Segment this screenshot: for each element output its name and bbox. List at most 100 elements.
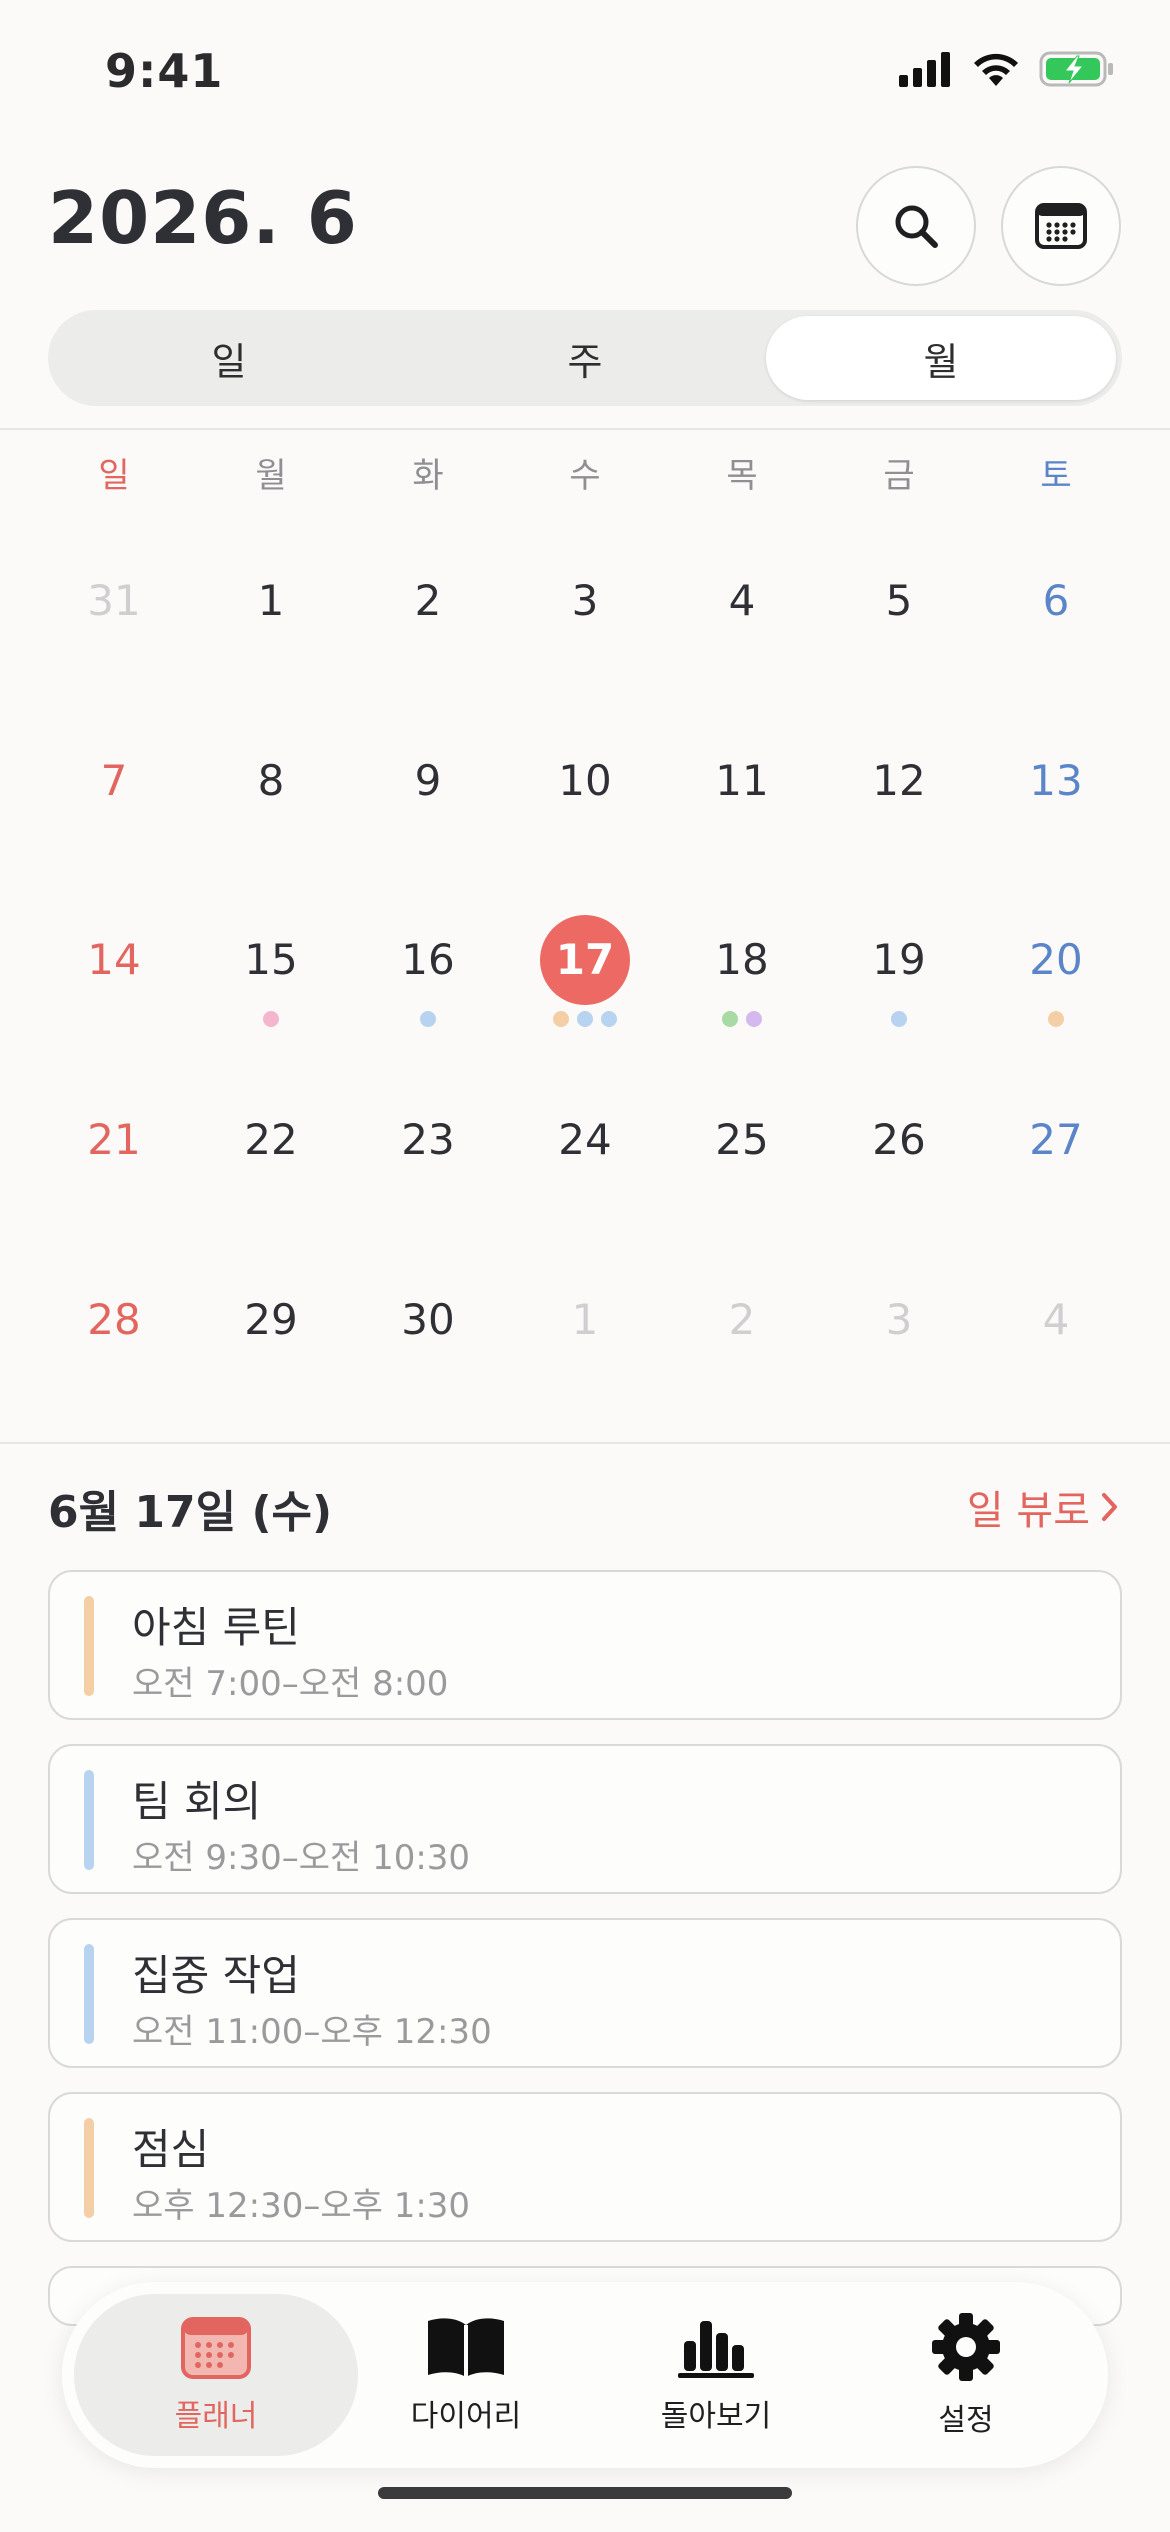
calendar-icon [1035, 203, 1087, 249]
calendar-day[interactable]: 27 [978, 1095, 1134, 1245]
calendar-day[interactable]: 24 [507, 1095, 663, 1245]
calendar-day[interactable]: 8 [193, 736, 349, 886]
calendar-day[interactable]: 25 [664, 1095, 820, 1245]
event-dot [1048, 1011, 1064, 1027]
day-number: 3 [571, 576, 599, 625]
calendar-day[interactable]: 11 [664, 736, 820, 886]
event-card[interactable]: 점심 오후 12:30–오후 1:30 [48, 2092, 1122, 2242]
calendar-day[interactable]: 1 [507, 1275, 663, 1425]
day-number: 15 [244, 935, 298, 984]
calendar-day[interactable]: 19 [821, 915, 977, 1065]
calendar-day[interactable]: 7 [36, 736, 192, 886]
day-number: 1 [571, 1295, 599, 1344]
battery-charging-icon [1039, 51, 1113, 87]
wifi-icon [974, 53, 1018, 86]
event-dot [553, 1011, 569, 1027]
day-number: 1 [257, 576, 285, 625]
day-number: 17 [555, 935, 615, 984]
day-number: 16 [401, 935, 455, 984]
weekday-label: 월 [255, 456, 287, 496]
weekday-label: 목 [726, 456, 758, 496]
day-number: 29 [244, 1295, 298, 1344]
day-number: 11 [715, 756, 769, 805]
event-color-bar [84, 1944, 94, 2044]
event-title: 점심 [132, 2125, 210, 2174]
calendar-day[interactable]: 22 [193, 1095, 349, 1245]
calendar-day[interactable]: 3 [507, 556, 663, 706]
calendar-day[interactable]: 9 [350, 736, 506, 886]
gear-icon [932, 2313, 1000, 2381]
day-number: 12 [872, 756, 926, 805]
view-option-week[interactable]: 주 [410, 316, 760, 400]
calendar-day[interactable]: 10 [507, 736, 663, 886]
calendar-day[interactable]: 23 [350, 1095, 506, 1245]
event-dot [601, 1011, 617, 1027]
day-number: 10 [558, 756, 612, 805]
day-number: 14 [87, 935, 141, 984]
weekday-header: 일 월 화 수 목 금 토 [0, 448, 1170, 498]
event-time: 오후 12:30–오후 1:30 [132, 2186, 471, 2226]
day-number: 9 [414, 756, 442, 805]
event-dots [193, 1011, 349, 1027]
calendar-day[interactable]: 20 [978, 915, 1134, 1065]
day-number: 27 [1029, 1115, 1083, 1164]
book-icon [428, 2318, 504, 2377]
view-option-day[interactable]: 일 [54, 316, 404, 400]
calendar-day[interactable]: 3 [821, 1275, 977, 1425]
tab-label: 다이어리 [410, 2399, 522, 2434]
calendar-day[interactable]: 18 [664, 915, 820, 1065]
weekday-label: 수 [569, 456, 601, 496]
event-dots [350, 1011, 506, 1027]
calendar-day[interactable]: 2 [664, 1275, 820, 1425]
calendar-day[interactable]: 4 [664, 556, 820, 706]
day-number: 5 [885, 576, 913, 625]
tab-label: 플래너 [174, 2399, 258, 2434]
calendar-day-today[interactable]: 17 [507, 915, 663, 1065]
tab-label: 돌아보기 [660, 2399, 772, 2434]
calendar-day[interactable]: 12 [821, 736, 977, 886]
day-number: 31 [87, 576, 141, 625]
divider [0, 1442, 1170, 1444]
event-title: 팀 회의 [132, 1777, 262, 1826]
calendar-day[interactable]: 15 [193, 915, 349, 1065]
tab-planner[interactable]: 플래너 [74, 2294, 358, 2456]
day-number: 4 [728, 576, 756, 625]
calendar-day[interactable]: 16 [350, 915, 506, 1065]
calendar-day[interactable]: 30 [350, 1275, 506, 1425]
calendar-day[interactable]: 2 [350, 556, 506, 706]
calendar-day[interactable]: 21 [36, 1095, 192, 1245]
calendar-day[interactable]: 6 [978, 556, 1134, 706]
event-card[interactable]: 팀 회의 오전 9:30–오전 10:30 [48, 1744, 1122, 1894]
event-card[interactable]: 아침 루틴 오전 7:00–오전 8:00 [48, 1570, 1122, 1720]
event-dot [891, 1011, 907, 1027]
search-button[interactable] [856, 166, 976, 286]
day-number: 2 [414, 576, 442, 625]
tab-diary[interactable]: 다이어리 [324, 2294, 608, 2456]
weekday-label: 화 [412, 456, 444, 496]
tab-review[interactable]: 돌아보기 [574, 2294, 858, 2456]
calendar-button[interactable] [1001, 166, 1121, 286]
calendar-day[interactable]: 26 [821, 1095, 977, 1245]
calendar-icon [181, 2317, 251, 2379]
calendar-day[interactable]: 14 [36, 915, 192, 1065]
bar-chart-icon [678, 2321, 754, 2378]
event-card[interactable]: 집중 작업 오전 11:00–오후 12:30 [48, 1918, 1122, 2068]
day-number: 13 [1029, 756, 1083, 805]
calendar-day[interactable]: 5 [821, 556, 977, 706]
calendar-day[interactable]: 13 [978, 736, 1134, 886]
day-number: 2 [728, 1295, 756, 1344]
day-number: 7 [100, 756, 128, 805]
tab-settings[interactable]: 설정 [824, 2294, 1108, 2456]
calendar-day[interactable]: 28 [36, 1275, 192, 1425]
view-option-month[interactable]: 월 [766, 316, 1116, 400]
calendar-day[interactable]: 4 [978, 1275, 1134, 1425]
calendar-day[interactable]: 31 [36, 556, 192, 706]
weekday-label: 일 [98, 456, 130, 496]
calendar-day[interactable]: 1 [193, 556, 349, 706]
status-icons [899, 50, 1115, 88]
day-view-link[interactable]: 일 뷰로 [967, 1478, 1120, 1536]
calendar-day[interactable]: 29 [193, 1275, 349, 1425]
day-number: 25 [715, 1115, 769, 1164]
tab-bar: 플래너 다이어리 돌아보기 설정 [62, 2282, 1108, 2468]
day-number: 30 [401, 1295, 455, 1344]
